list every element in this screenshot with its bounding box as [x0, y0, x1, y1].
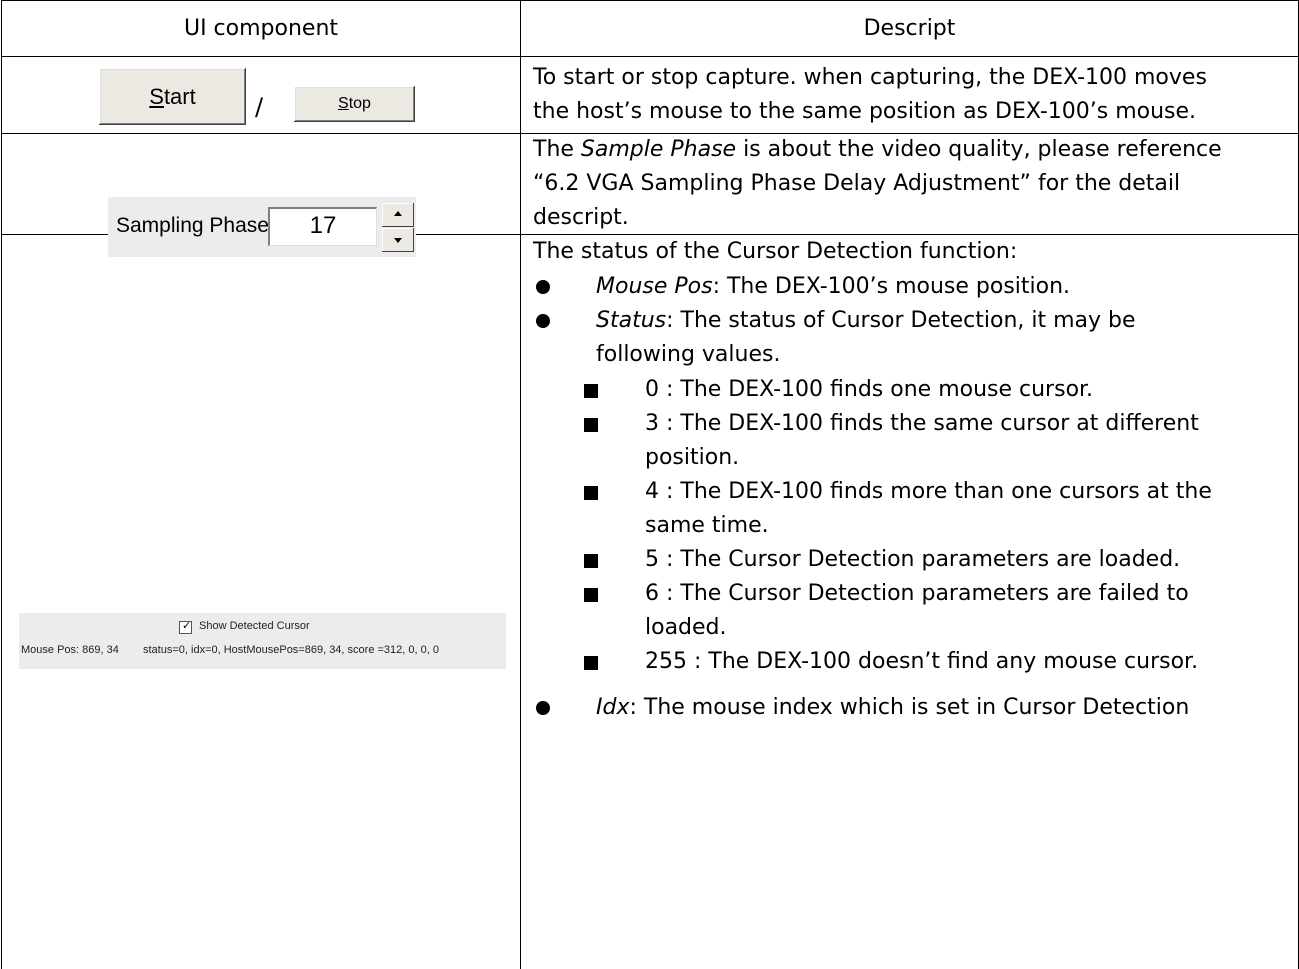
bullet-idx: Idx: The mouse index which is set in Cur…: [596, 691, 1189, 725]
status-readout: status=0, idx=0, HostMousePos=869, 34, s…: [143, 644, 439, 656]
bullet-term: Mouse Pos: [596, 274, 713, 299]
arrow-down-icon: [394, 238, 402, 243]
start-label: tart: [163, 84, 196, 109]
status-value-4: 4 : The DEX-100 finds more than one curs…: [645, 479, 1212, 504]
sampling-desc-line1: The Sample Phase is about the video qual…: [533, 133, 1293, 167]
stop-label: top: [348, 95, 371, 112]
square-bullet: [584, 588, 598, 602]
bullet-text: : The status of Cursor Detection, it may…: [666, 308, 1136, 333]
cursor-detection-panel: ✓ Show Detected Cursor Mouse Pos: 869, 3…: [19, 613, 506, 669]
sampling-phase-label: Sampling Phase:: [116, 214, 275, 237]
square-bullet: [584, 656, 598, 670]
bullet-text: : The DEX-100’s mouse position.: [712, 274, 1071, 299]
cursor-intro: The status of the Cursor Detection funct…: [533, 239, 1018, 264]
status-value-3-cont: position.: [645, 445, 740, 470]
sampling-desc-pre: The: [533, 137, 581, 162]
bullet-term: Idx: [596, 695, 630, 720]
start-stop-desc-line1: To start or stop capture. when capturing…: [533, 65, 1207, 90]
stop-mnemonic: S: [338, 95, 349, 112]
header-ui-component: UI component: [183, 16, 339, 41]
sampling-desc-em: Sample Phase: [580, 137, 737, 162]
start-mnemonic: S: [149, 84, 164, 109]
status-value-6-cont: loaded.: [645, 615, 727, 640]
checkmark-icon: ✓: [182, 620, 192, 632]
column-divider: [520, 1, 521, 969]
bullet-mouse-pos: Mouse Pos: The DEX-100’s mouse position.: [596, 270, 1070, 304]
status-value-0: 0 : The DEX-100 finds one mouse cursor.: [645, 377, 1094, 402]
status-value-255: 255 : The DEX-100 doesn’t find any mouse…: [645, 649, 1199, 674]
arrow-up-icon: [394, 211, 402, 216]
show-detected-cursor-label: Show Detected Cursor: [199, 620, 310, 632]
sampling-phase-input[interactable]: 17: [268, 207, 377, 246]
bullet-text: : The mouse index which is set in Cursor…: [629, 695, 1190, 720]
square-bullet: [584, 418, 598, 432]
status-value-5: 5 : The Cursor Detection parameters are …: [645, 547, 1181, 572]
bullet-dot: [536, 314, 550, 328]
status-value-4-cont: same time.: [645, 513, 769, 538]
bullet-term: Status: [596, 308, 667, 333]
bullet-status-cont: following values.: [596, 342, 781, 367]
component-table: UI component Descript Start / Stop To st…: [1, 0, 1299, 969]
square-bullet: [584, 384, 598, 398]
sampling-phase-control: Sampling Phase: 17: [108, 197, 416, 257]
header-descript: Descript: [863, 16, 956, 41]
show-detected-cursor-checkbox[interactable]: ✓: [179, 620, 192, 634]
square-bullet: [584, 486, 598, 500]
start-button[interactable]: Start: [99, 68, 246, 125]
bullet-status: Status: The status of Cursor Detection, …: [596, 304, 1136, 338]
separator-slash: /: [255, 93, 264, 121]
status-value-3: 3 : The DEX-100 finds the same cursor at…: [645, 411, 1199, 436]
row-divider: [2, 56, 1298, 57]
start-stop-desc-line2: the host’s mouse to the same position as…: [533, 99, 1197, 124]
bullet-dot: [536, 701, 550, 715]
status-value-6: 6 : The Cursor Detection parameters are …: [645, 581, 1189, 606]
stop-button[interactable]: Stop: [294, 86, 415, 122]
sampling-desc-line2: “6.2 VGA Sampling Phase Delay Adjustment…: [533, 171, 1181, 196]
bullet-dot: [536, 280, 550, 294]
square-bullet: [584, 554, 598, 568]
sampling-desc-line3: descript.: [533, 205, 629, 230]
spin-down-button[interactable]: [382, 228, 414, 252]
spin-up-button[interactable]: [382, 203, 414, 227]
sampling-desc-post: is about the video quality, please refer…: [736, 137, 1222, 162]
mouse-pos-readout: Mouse Pos: 869, 34: [21, 644, 119, 656]
